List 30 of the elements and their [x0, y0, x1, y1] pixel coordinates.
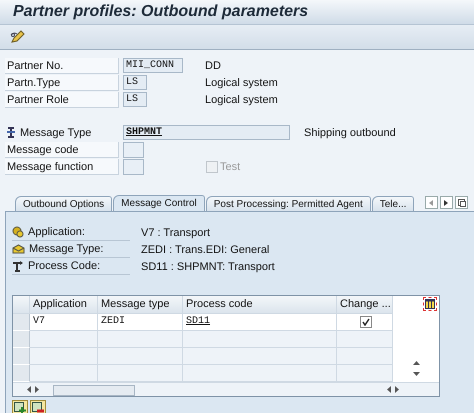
field-description: DD — [205, 60, 221, 72]
field-description: Logical system — [205, 94, 278, 106]
field-value: ZEDI : Trans.EDI: General — [141, 244, 270, 256]
field-label: Message Type: — [29, 243, 104, 255]
column-header[interactable]: Application — [30, 296, 98, 314]
checkbox-label: Test — [220, 160, 240, 172]
tab[interactable]: Message Control — [113, 195, 205, 211]
column-header[interactable]: Change ... — [337, 296, 393, 314]
window-title: Partner profiles: Outbound parameters — [0, 0, 474, 25]
input-field[interactable]: SHPMNT — [123, 125, 290, 140]
field-description: Logical system — [205, 76, 278, 88]
tab[interactable]: Tele... — [372, 196, 414, 211]
input-field[interactable]: LS — [123, 75, 147, 90]
field-value: SD11 : SHPMNT: Transport — [141, 260, 275, 272]
field-label: Message function — [5, 158, 119, 174]
column-header[interactable]: Process code — [183, 296, 337, 314]
field-label: Application: — [28, 226, 85, 238]
tab[interactable]: Post Processing: Permitted Agent — [206, 196, 371, 211]
field-label: Message Type — [20, 126, 92, 140]
field-label: Partner Role — [5, 92, 119, 108]
field-value: V7 : Transport — [141, 226, 210, 238]
field-label: Process Code: — [28, 260, 100, 272]
tab[interactable]: Outbound Options — [15, 196, 112, 211]
field-description: Shipping outbound — [304, 126, 396, 138]
field-label: Partner No. — [5, 58, 119, 74]
input-field[interactable]: MII_CONN — [123, 58, 183, 73]
field-label: Partn.Type — [5, 74, 119, 90]
field-label: Message code — [5, 142, 119, 158]
input-field[interactable]: LS — [123, 92, 147, 107]
column-header[interactable]: Message type — [98, 296, 183, 314]
